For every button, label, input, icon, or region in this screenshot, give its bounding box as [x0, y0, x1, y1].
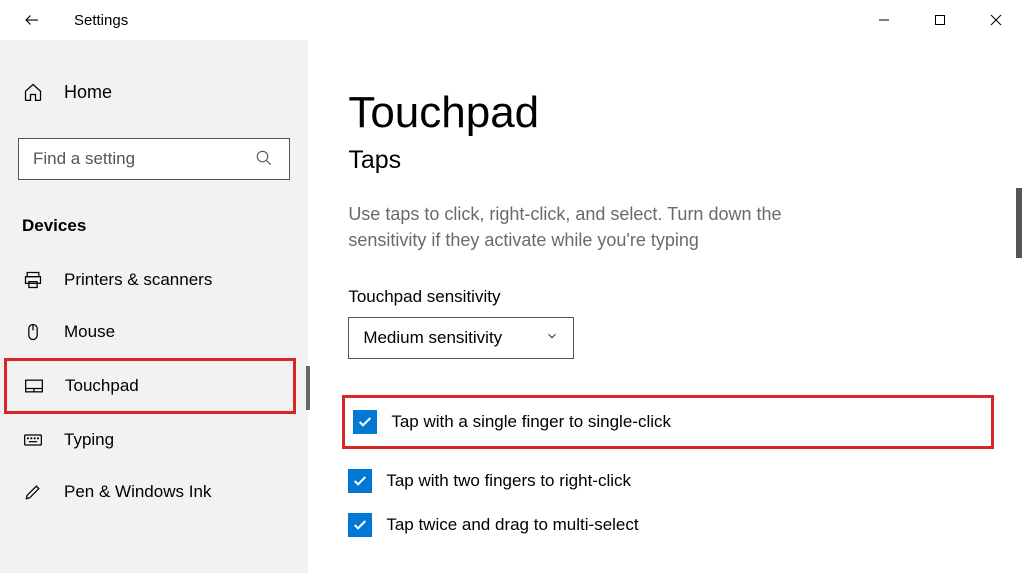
- keyboard-icon: [22, 430, 44, 450]
- main-scroll-indicator[interactable]: [1016, 188, 1022, 258]
- pen-icon: [22, 482, 44, 502]
- check-single-tap-label: Tap with a single finger to single-click: [391, 412, 671, 432]
- check-drag[interactable]: Tap twice and drag to multi-select: [348, 513, 994, 537]
- search-box[interactable]: [18, 138, 290, 180]
- home-nav[interactable]: Home: [0, 70, 308, 114]
- back-button[interactable]: [18, 6, 46, 34]
- search-icon: [255, 149, 275, 169]
- chevron-down-icon: [545, 329, 559, 348]
- minimize-button[interactable]: [856, 0, 912, 40]
- nav-mouse-label: Mouse: [64, 322, 115, 342]
- home-icon: [22, 82, 44, 102]
- nav-touchpad-label: Touchpad: [65, 376, 139, 396]
- nav-typing-label: Typing: [64, 430, 114, 450]
- sensitivity-select[interactable]: Medium sensitivity: [348, 317, 574, 359]
- section-title: Taps: [348, 146, 994, 175]
- check-two-finger-label: Tap with two fingers to right-click: [386, 471, 631, 491]
- page-title: Touchpad: [348, 88, 994, 138]
- nav-typing[interactable]: Typing: [0, 414, 308, 466]
- nav-printers[interactable]: Printers & scanners: [0, 254, 308, 306]
- search-input[interactable]: [33, 149, 255, 169]
- checkbox-checked-icon: [348, 513, 372, 537]
- group-header-devices: Devices: [22, 216, 308, 236]
- checkbox-checked-icon: [353, 410, 377, 434]
- check-single-tap[interactable]: Tap with a single finger to single-click: [342, 395, 994, 449]
- nav-pen[interactable]: Pen & Windows Ink: [0, 466, 308, 518]
- touchpad-icon: [23, 376, 45, 396]
- mouse-icon: [22, 322, 44, 342]
- nav-pen-label: Pen & Windows Ink: [64, 482, 211, 502]
- check-two-finger[interactable]: Tap with two fingers to right-click: [348, 469, 994, 493]
- nav-printers-label: Printers & scanners: [64, 270, 212, 290]
- check-drag-label: Tap twice and drag to multi-select: [386, 515, 638, 535]
- nav-touchpad[interactable]: Touchpad: [4, 358, 296, 414]
- home-label: Home: [64, 82, 112, 103]
- printer-icon: [22, 270, 44, 290]
- window-title: Settings: [74, 12, 128, 29]
- sensitivity-value: Medium sensitivity: [363, 328, 545, 348]
- close-button[interactable]: [968, 0, 1024, 40]
- nav-mouse[interactable]: Mouse: [0, 306, 308, 358]
- checkbox-checked-icon: [348, 469, 372, 493]
- maximize-button[interactable]: [912, 0, 968, 40]
- section-description: Use taps to click, right-click, and sele…: [348, 201, 848, 253]
- sensitivity-label: Touchpad sensitivity: [348, 287, 994, 307]
